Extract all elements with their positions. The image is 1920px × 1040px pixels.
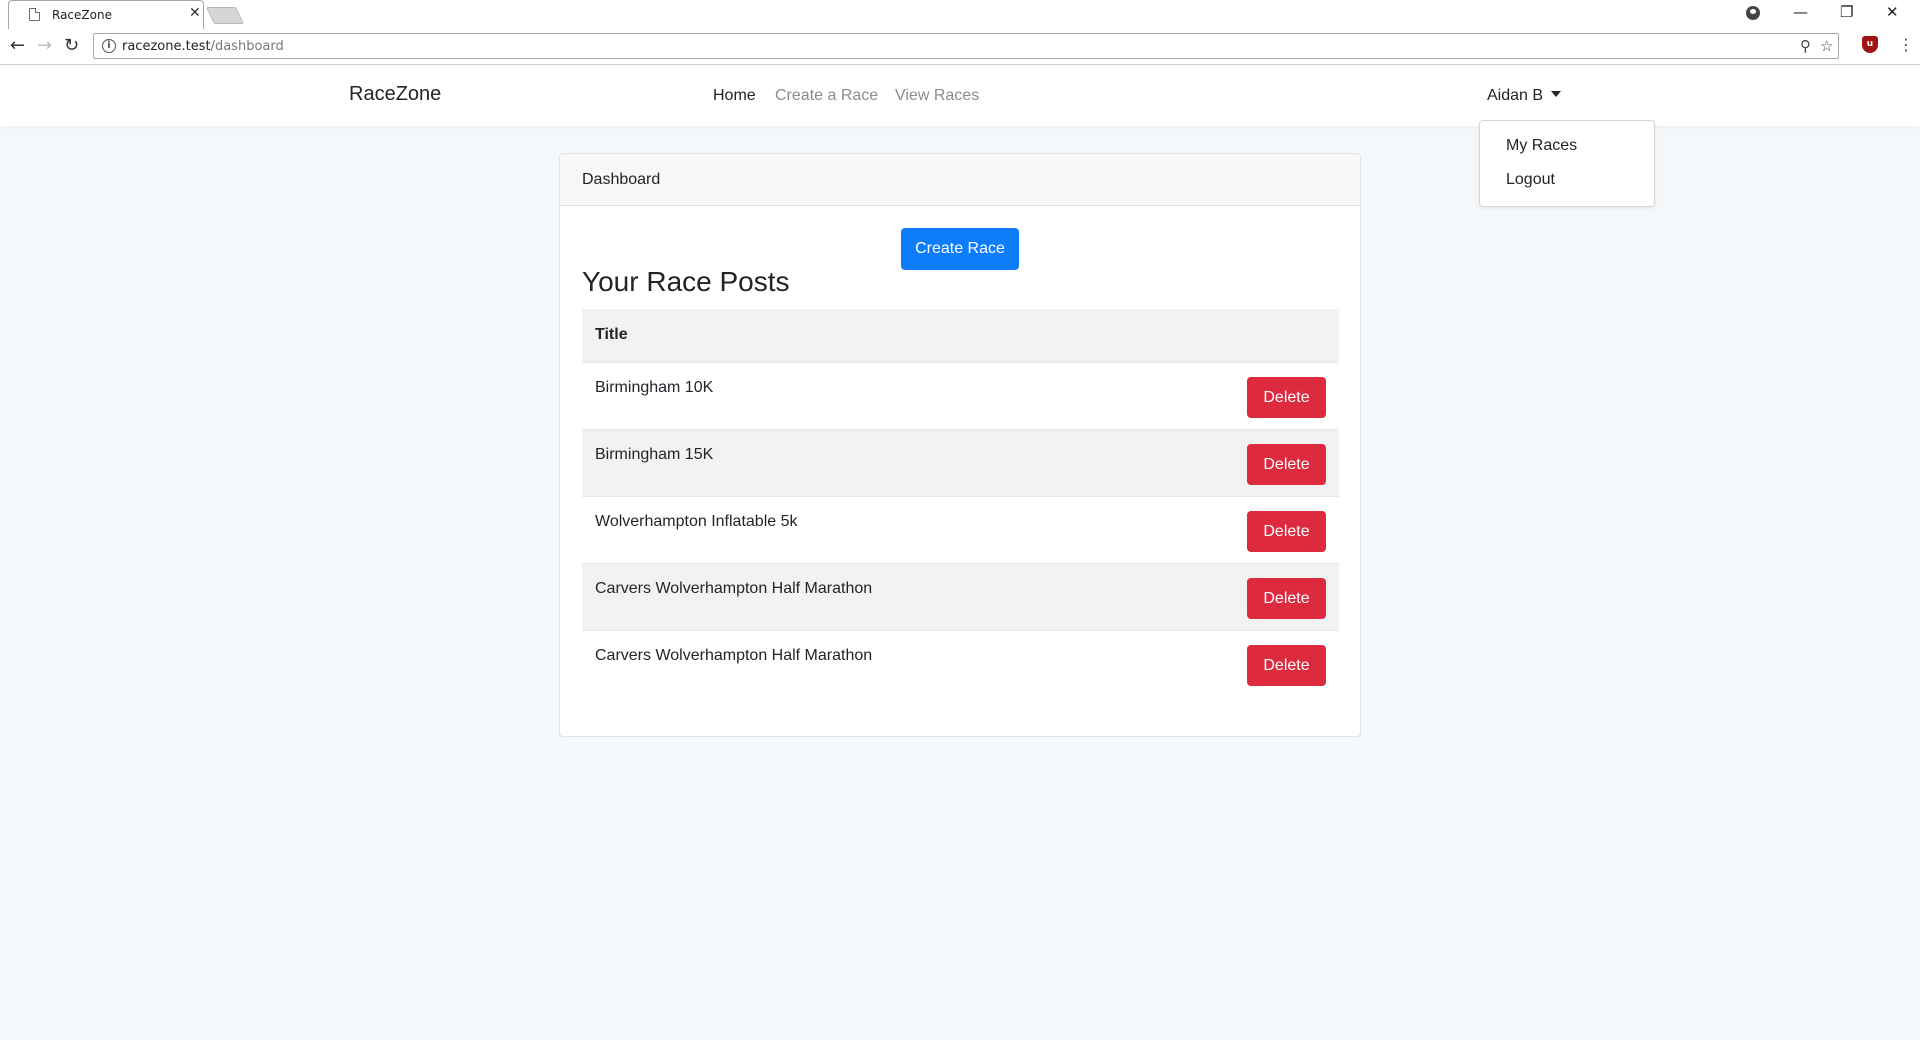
delete-button[interactable]: Delete (1247, 578, 1326, 619)
page-icon (29, 8, 40, 21)
close-tab-icon[interactable]: ✕ (189, 5, 201, 21)
profile-icon[interactable] (1746, 6, 1760, 20)
race-title: Carvers Wolverhampton Half Marathon (595, 580, 873, 597)
create-race-button[interactable]: Create Race (901, 228, 1019, 270)
delete-button[interactable]: Delete (1247, 511, 1326, 552)
table-row: Carvers Wolverhampton Half Marathon Dele… (582, 563, 1339, 630)
card-header: Dashboard (560, 154, 1360, 206)
ublock-icon[interactable]: u (1862, 36, 1878, 53)
browser-tab[interactable]: RaceZone ✕ (8, 0, 204, 30)
browser-tabstrip: RaceZone ✕ — ❐ ✕ (0, 0, 1920, 30)
info-icon[interactable]: i (102, 39, 116, 53)
nav-link-view-races[interactable]: View Races (895, 87, 979, 105)
url-host: racezone.test (122, 39, 211, 54)
race-title: Wolverhampton Inflatable 5k (595, 513, 798, 530)
menu-icon[interactable]: ⋮ (1898, 35, 1914, 55)
table-row: Birmingham 10K Delete (582, 362, 1339, 429)
table-row: Wolverhampton Inflatable 5k Delete (582, 496, 1339, 563)
delete-button[interactable]: Delete (1247, 645, 1326, 686)
back-icon[interactable]: ← (10, 36, 25, 56)
menu-item-my-races[interactable]: My Races (1506, 137, 1577, 155)
race-title: Birmingham 15K (595, 446, 714, 463)
tab-title: RaceZone (52, 8, 112, 22)
user-name: Aidan B (1487, 87, 1544, 104)
user-dropdown-menu: My Races Logout (1479, 120, 1655, 207)
new-tab-button[interactable] (206, 7, 244, 24)
card-title: Dashboard (582, 171, 661, 188)
menu-item-logout[interactable]: Logout (1506, 171, 1555, 189)
star-icon[interactable]: ☆ (1820, 37, 1833, 55)
dashboard-card: Dashboard Create Race Your Race Posts Ti… (559, 153, 1361, 737)
app-navbar: RaceZone Home Create a Race View Races A… (0, 66, 1920, 126)
reload-icon[interactable]: ↻ (64, 36, 79, 56)
caret-down-icon (1551, 91, 1562, 97)
brand-logo[interactable]: RaceZone (349, 83, 441, 106)
nav-link-home[interactable]: Home (713, 87, 756, 105)
zoom-icon[interactable]: ⚲ (1800, 37, 1811, 55)
table-row: Carvers Wolverhampton Half Marathon Dele… (582, 630, 1339, 697)
url-text: racezone.test/dashboard (122, 39, 284, 54)
section-title: Your Race Posts (582, 266, 790, 297)
table-row: Birmingham 15K Delete (582, 429, 1339, 496)
minimize-icon[interactable]: — (1793, 3, 1808, 21)
browser-toolbar: ← → ↻ i racezone.test/dashboard ⚲ ☆ u ⋮ (0, 29, 1920, 65)
race-posts-table: Title Birmingham 10K Delete Birmingham 1… (582, 309, 1339, 697)
race-title: Birmingham 10K (595, 379, 714, 396)
user-menu-toggle[interactable]: Aidan B (1487, 87, 1562, 105)
delete-button[interactable]: Delete (1247, 444, 1326, 485)
close-icon[interactable]: ✕ (1886, 3, 1899, 21)
table-header: Title (582, 309, 1339, 362)
delete-button[interactable]: Delete (1247, 377, 1326, 418)
address-bar[interactable]: i racezone.test/dashboard ⚲ ☆ (93, 33, 1839, 59)
restore-icon[interactable]: ❐ (1840, 3, 1853, 21)
race-title: Carvers Wolverhampton Half Marathon (595, 647, 873, 664)
forward-icon[interactable]: → (37, 36, 52, 56)
column-header-title: Title (595, 326, 628, 343)
nav-link-create-race[interactable]: Create a Race (775, 87, 878, 105)
url-path: /dashboard (210, 39, 284, 54)
